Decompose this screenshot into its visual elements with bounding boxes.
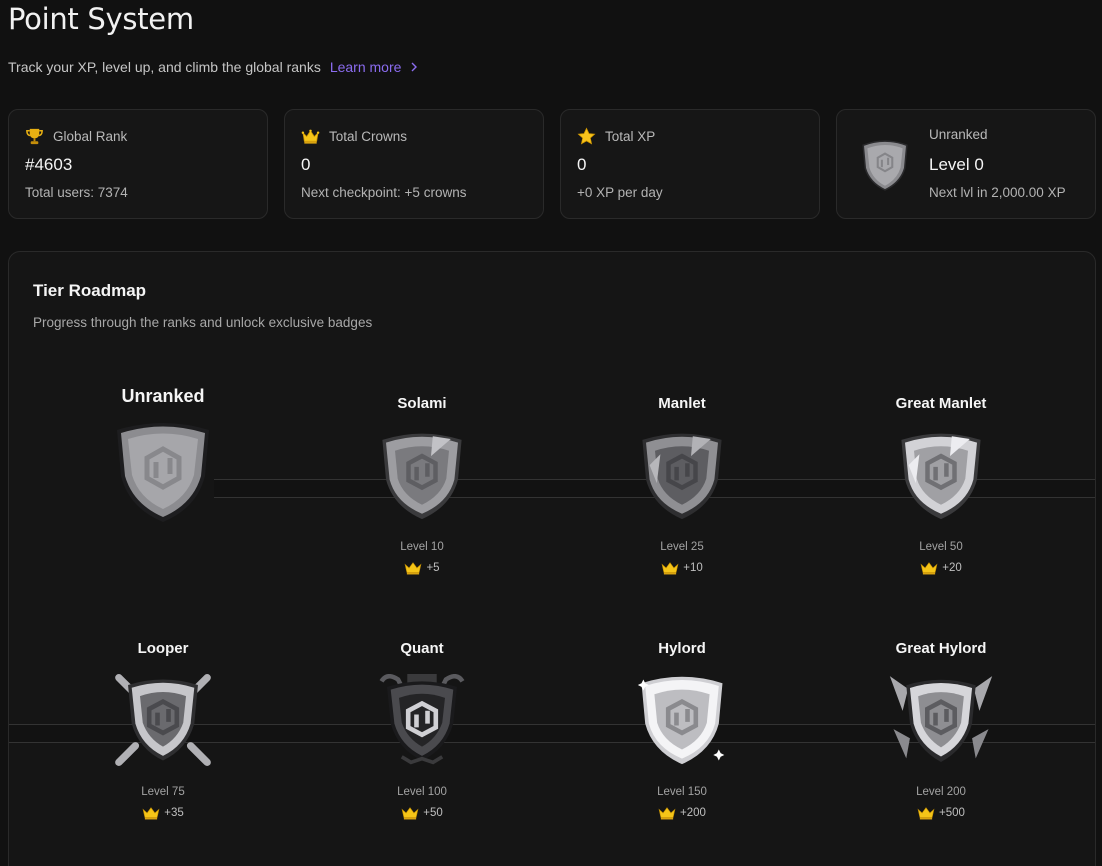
tier-level: Level 150: [657, 786, 707, 798]
trophy-icon: [26, 128, 43, 145]
total-crowns-card: Total Crowns 0 Next checkpoint: +5 crown…: [284, 109, 544, 219]
crown-icon: [661, 562, 679, 575]
tier-level: Level 100: [397, 786, 447, 798]
tier-level: Level 10: [400, 541, 444, 553]
total-xp-label: Total XP: [605, 129, 656, 144]
stats-row: Global Rank #4603 Total users: 7374 Tota…: [8, 109, 1096, 219]
tier-level: Level 200: [916, 786, 966, 798]
great-manlet-shield-icon: [901, 433, 981, 520]
tier-crown-reward: +50: [401, 806, 443, 820]
tier-roadmap-panel: Tier Roadmap Progress through the ranks …: [8, 251, 1096, 866]
tier-name: Quant: [400, 640, 444, 657]
global-rank-sub: Total users: 7374: [25, 185, 128, 200]
tier-name: Unranked: [121, 386, 205, 406]
tier-name: Looper: [137, 640, 189, 657]
tier-great-manlet: Great Manlet Level 50 +20: [841, 395, 1041, 575]
tier-hylord: Hylord Level 150 +200: [582, 640, 782, 820]
tier-looper: Looper Level 75 +35: [63, 640, 263, 820]
total-crowns-label: Total Crowns: [329, 129, 408, 144]
tier-unranked: Unranked: [63, 386, 263, 524]
crown-icon: [401, 807, 419, 820]
learn-more-link[interactable]: Learn more: [330, 59, 418, 75]
current-rank-label: Unranked: [929, 127, 988, 142]
tier-solami: Solami Level 10 +5: [322, 395, 522, 575]
page-subtitle: Track your XP, level up, and climb the g…: [8, 59, 321, 75]
solami-shield-icon: [382, 433, 462, 520]
tier-name: Manlet: [658, 395, 706, 412]
tier-crown-reward: +5: [404, 561, 440, 575]
current-level-value: Level 0: [929, 155, 984, 174]
total-xp-sub: +0 XP per day: [577, 185, 663, 200]
tier-level: Level 25: [660, 541, 704, 553]
tier-manlet: Manlet Level 25 +10: [582, 395, 782, 575]
tier-level: Level 75: [141, 786, 185, 798]
global-rank-value: #4603: [25, 155, 73, 174]
tier-crown-reward: +35: [142, 806, 184, 820]
looper-shield-icon: [115, 674, 211, 766]
crown-icon: [920, 562, 938, 575]
unranked-shield-icon: [117, 423, 209, 522]
total-xp-card: Total XP 0 +0 XP per day: [560, 109, 820, 219]
tier-crown-reward: +20: [920, 561, 962, 575]
total-crowns-sub: Next checkpoint: +5 crowns: [301, 185, 467, 200]
tier-name: Great Hylord: [895, 640, 987, 657]
tier-name: Solami: [397, 395, 447, 412]
tier-level: Level 50: [919, 541, 963, 553]
global-rank-card: Global Rank #4603 Total users: 7374: [8, 109, 268, 219]
crown-icon: [301, 129, 320, 144]
learn-more-label: Learn more: [329, 59, 402, 75]
tier-crown-reward: +500: [917, 806, 965, 820]
next-level-sub: Next lvl in 2,000.00 XP: [929, 185, 1066, 200]
tier-quant: Quant Level 100 +50: [322, 640, 522, 820]
crown-icon: [142, 807, 160, 820]
point-system-page: Point System Track your XP, level up, an…: [0, 0, 1102, 866]
page-title: Point System: [8, 2, 194, 36]
total-xp-value: 0: [577, 155, 587, 174]
star-icon: [577, 127, 596, 145]
roadmap-subtitle: Progress through the ranks and unlock ex…: [33, 315, 373, 330]
tier-crown-reward: +10: [661, 561, 703, 575]
crown-icon: [658, 807, 676, 820]
page-subtitle-row: Track your XP, level up, and climb the g…: [8, 59, 418, 75]
global-rank-label: Global Rank: [53, 129, 128, 144]
roadmap-title: Tier Roadmap: [33, 281, 147, 300]
shield-badge-icon: [862, 140, 908, 191]
hylord-shield-icon: [637, 676, 725, 765]
manlet-shield-icon: [642, 433, 722, 520]
great-hylord-shield-icon: [889, 676, 993, 763]
tier-crown-reward: +200: [658, 806, 706, 820]
tier-name: Great Manlet: [895, 395, 987, 412]
crown-icon: [405, 562, 422, 575]
crown-icon: [917, 807, 935, 820]
tier-name: Hylord: [658, 640, 706, 657]
quant-shield-icon: [379, 674, 465, 765]
total-crowns-value: 0: [301, 155, 311, 174]
current-rank-card: Unranked Level 0 Next lvl in 2,000.00 XP: [836, 109, 1096, 219]
tier-great-hylord: Great Hylord Level 200 +500: [841, 640, 1041, 820]
chevron-right-icon: [411, 62, 418, 72]
